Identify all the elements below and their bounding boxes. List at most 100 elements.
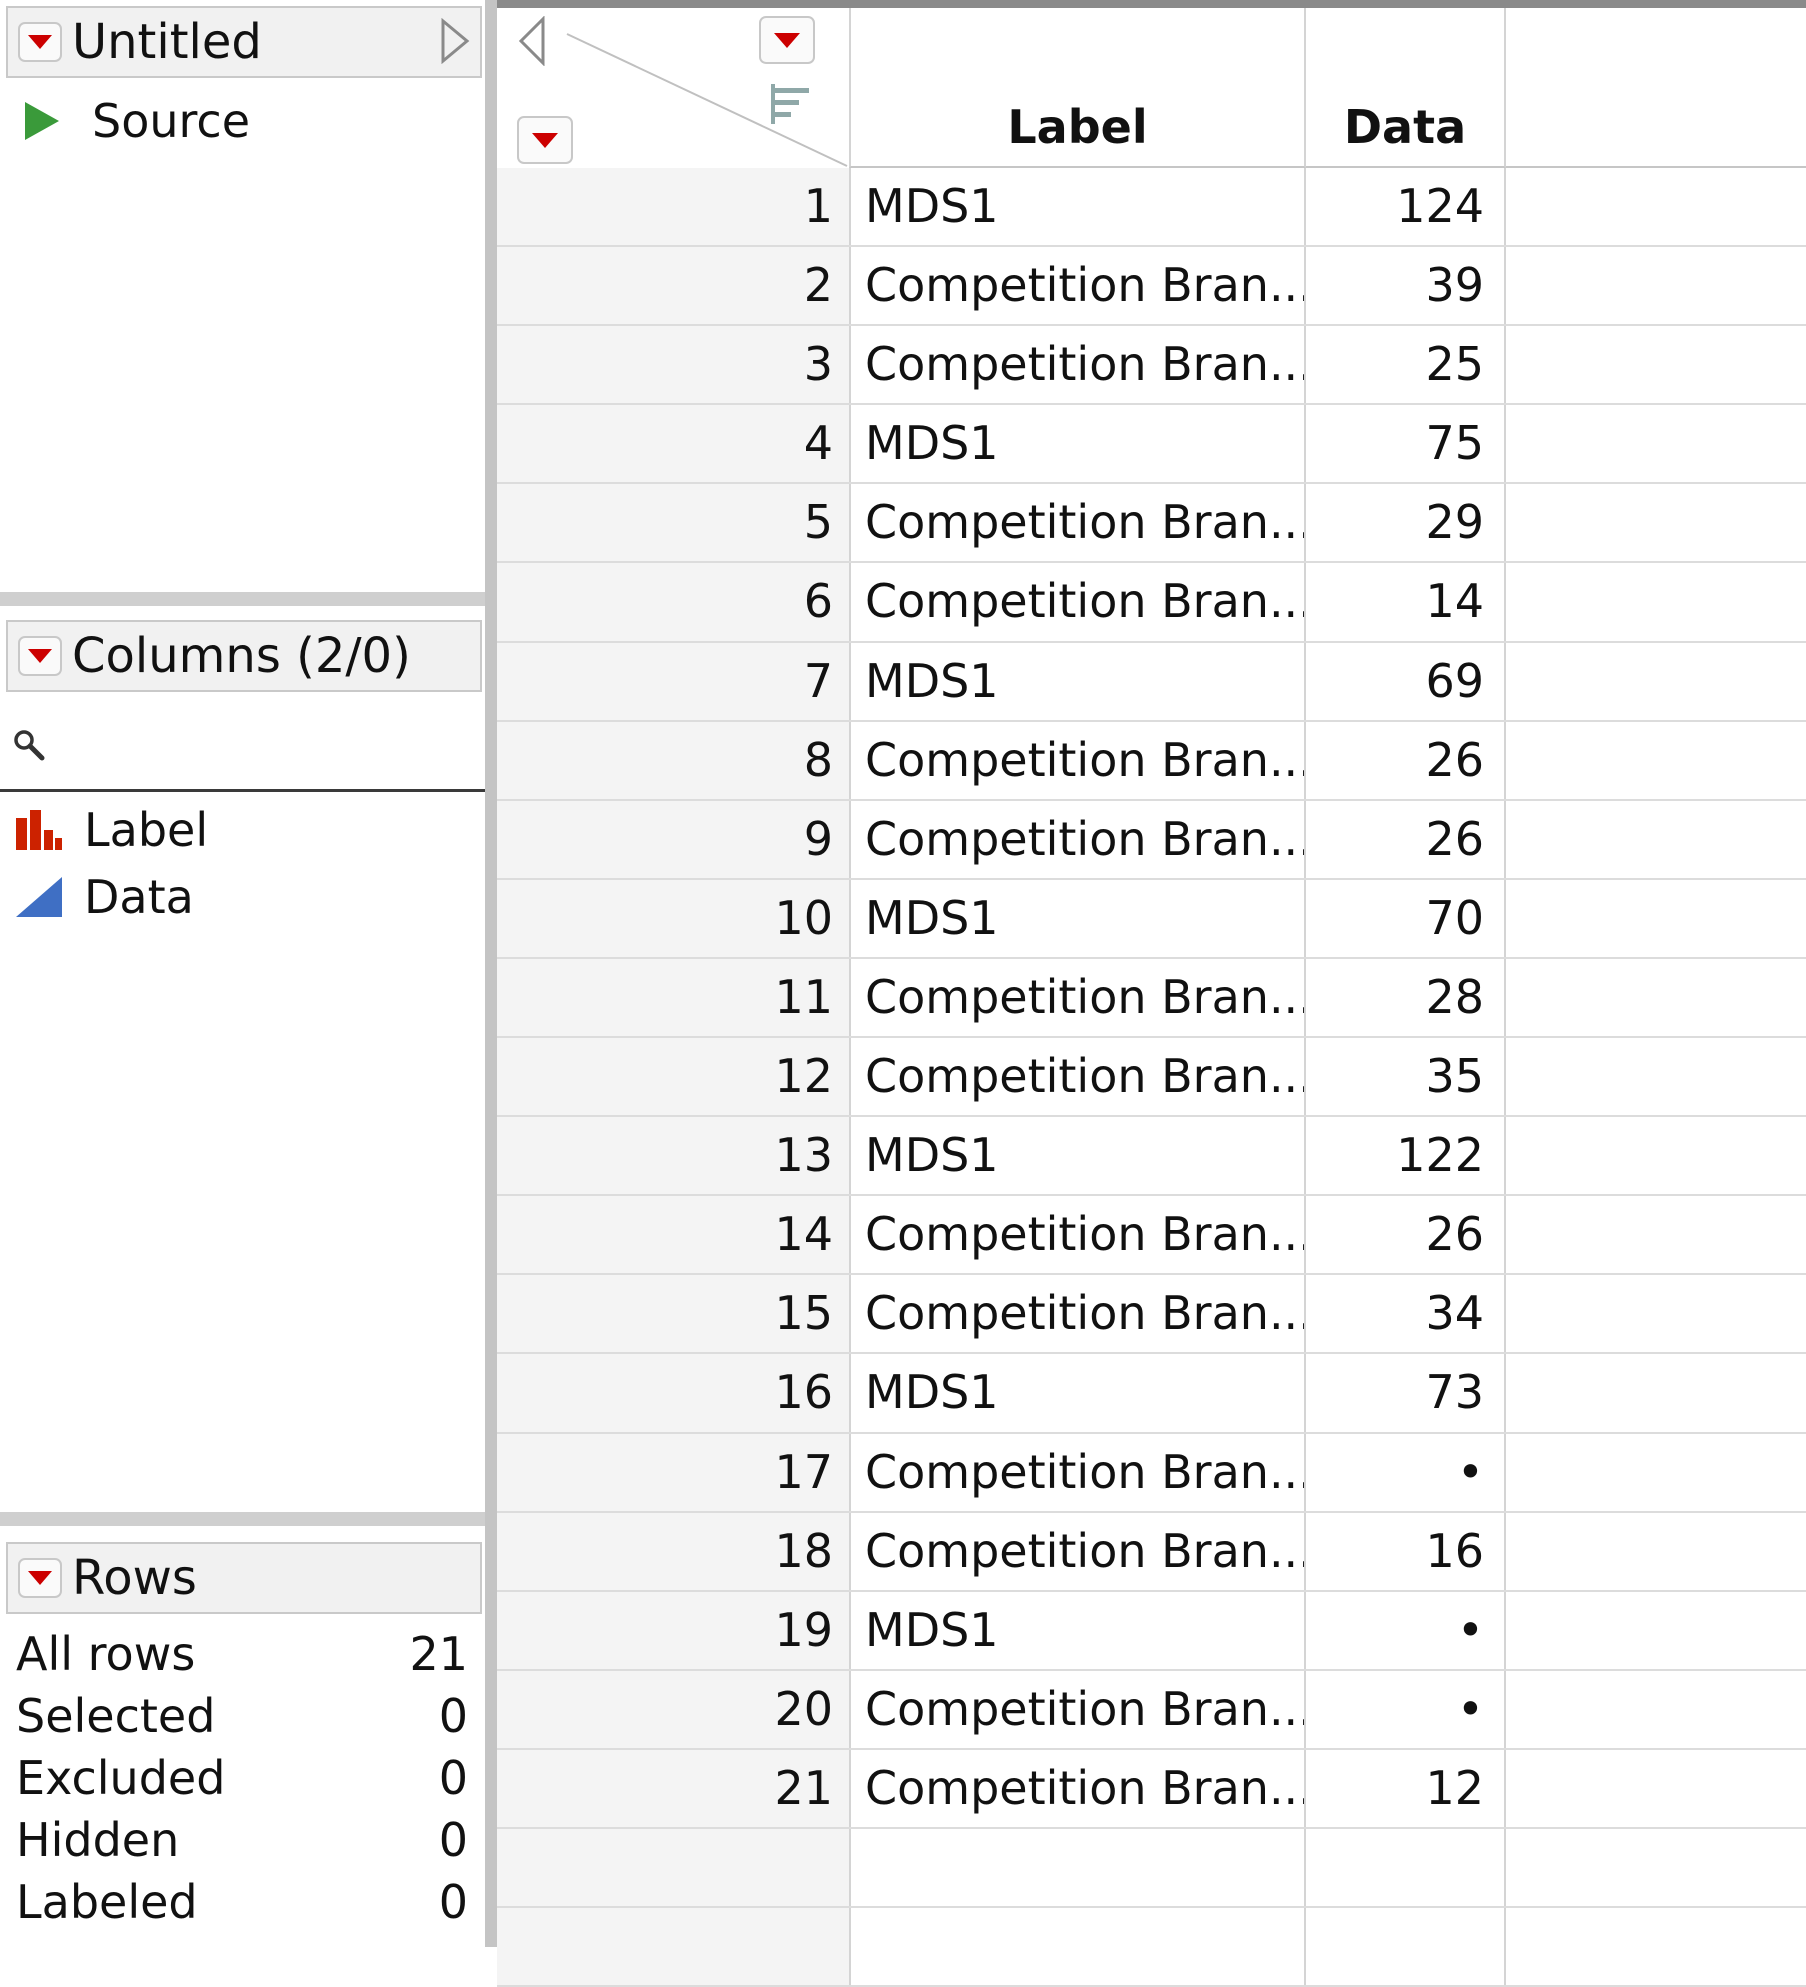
table-row[interactable]: 7 MDS1 69 [497, 642, 1806, 722]
cell-label[interactable]: Competition Bran... [849, 800, 1306, 878]
cell-label[interactable]: MDS1 [849, 1354, 1306, 1432]
column-header-label[interactable]: Label [849, 8, 1306, 168]
table-row[interactable]: 1 MDS1 124 [497, 168, 1806, 248]
table-menu-button[interactable] [18, 22, 62, 62]
cell-data[interactable]: 16 [1306, 1512, 1506, 1590]
column-item-label[interactable]: Label [14, 802, 208, 858]
empty-row[interactable] [497, 1908, 1806, 1987]
cell-data[interactable]: 75 [1306, 405, 1506, 483]
cell-data[interactable]: 12 [1306, 1749, 1506, 1827]
row-number[interactable]: 13 [497, 1117, 849, 1195]
cell-data[interactable]: 34 [1306, 1275, 1506, 1353]
table-row[interactable]: 21 Competition Bran... 12 [497, 1749, 1806, 1829]
cell-data[interactable] [1306, 1828, 1506, 1907]
cell-label[interactable]: Competition Bran... [849, 958, 1306, 1037]
cell-data[interactable]: 73 [1306, 1354, 1506, 1432]
table-row[interactable]: 2 Competition Bran... 39 [497, 247, 1806, 327]
cell-data[interactable]: 69 [1306, 642, 1506, 720]
cell-label[interactable]: Competition Bran... [849, 1196, 1306, 1274]
row-number[interactable]: 15 [497, 1275, 849, 1353]
row-number[interactable]: 11 [497, 958, 849, 1037]
panel-splitter[interactable] [0, 592, 485, 606]
columns-menu-button[interactable] [18, 636, 62, 676]
row-number[interactable]: 5 [497, 484, 849, 562]
cell-label[interactable]: MDS1 [849, 1591, 1306, 1669]
row-number[interactable]: 20 [497, 1670, 849, 1748]
row-number[interactable]: 1 [497, 168, 849, 246]
cell-label[interactable] [849, 1828, 1306, 1907]
rows-menu-button[interactable] [18, 1558, 62, 1598]
table-row[interactable]: 19 MDS1 • [497, 1591, 1806, 1671]
cell-label[interactable]: MDS1 [849, 1117, 1306, 1195]
cell-data[interactable]: • [1306, 1670, 1506, 1748]
cell-label[interactable]: MDS1 [849, 168, 1306, 246]
cell-data[interactable]: 124 [1306, 168, 1506, 246]
cell-label[interactable]: Competition Bran... [849, 484, 1306, 562]
row-number[interactable]: 21 [497, 1749, 849, 1827]
table-row[interactable]: 8 Competition Bran... 26 [497, 721, 1806, 801]
panel-splitter[interactable] [0, 1512, 485, 1526]
table-row[interactable]: 3 Competition Bran... 25 [497, 326, 1806, 406]
table-row[interactable]: 11 Competition Bran... 28 [497, 958, 1806, 1039]
table-row[interactable]: 13 MDS1 122 [497, 1117, 1806, 1197]
table-row[interactable]: 18 Competition Bran... 16 [497, 1512, 1806, 1592]
columns-menu-button[interactable] [759, 16, 815, 64]
row-number[interactable]: 7 [497, 642, 849, 720]
row-number[interactable]: 16 [497, 1354, 849, 1432]
row-number[interactable]: 2 [497, 247, 849, 325]
cell-label[interactable]: Competition Bran... [849, 1038, 1306, 1116]
cell-label[interactable]: Competition Bran... [849, 247, 1306, 325]
cell-data[interactable]: 70 [1306, 879, 1506, 957]
row-number[interactable]: 4 [497, 405, 849, 483]
table-row[interactable]: 17 Competition Bran... • [497, 1433, 1806, 1513]
cell-label[interactable]: Competition Bran... [849, 1670, 1306, 1748]
table-row[interactable]: 5 Competition Bran... 29 [497, 484, 1806, 564]
panel-divider[interactable] [485, 0, 497, 1947]
row-number[interactable]: 18 [497, 1512, 849, 1590]
cell-data[interactable]: 14 [1306, 563, 1506, 641]
table-row[interactable]: 10 MDS1 70 [497, 879, 1806, 959]
cell-data[interactable]: • [1306, 1591, 1506, 1669]
table-row[interactable]: 12 Competition Bran... 35 [497, 1038, 1806, 1118]
row-number[interactable]: 8 [497, 721, 849, 799]
row-number[interactable]: 12 [497, 1038, 849, 1116]
cell-data[interactable]: 26 [1306, 1196, 1506, 1274]
cell-data[interactable]: 29 [1306, 484, 1506, 562]
cell-label[interactable]: MDS1 [849, 879, 1306, 957]
cell-data[interactable]: 28 [1306, 958, 1506, 1037]
row-number[interactable]: 10 [497, 879, 849, 957]
cell-label[interactable]: MDS1 [849, 405, 1306, 483]
cell-data[interactable]: 122 [1306, 1117, 1506, 1195]
cell-data[interactable]: • [1306, 1433, 1506, 1511]
cell-label[interactable]: Competition Bran... [849, 326, 1306, 404]
cell-label[interactable]: Competition Bran... [849, 563, 1306, 641]
row-number[interactable]: 9 [497, 800, 849, 878]
column-header-data[interactable]: Data [1306, 8, 1506, 168]
cell-data[interactable]: 35 [1306, 1038, 1506, 1116]
empty-row[interactable] [497, 1828, 1806, 1909]
row-number[interactable]: 14 [497, 1196, 849, 1274]
cell-label[interactable]: Competition Bran... [849, 1749, 1306, 1827]
table-row[interactable]: 20 Competition Bran... • [497, 1670, 1806, 1750]
collapse-panel-icon[interactable] [440, 18, 470, 64]
table-row[interactable]: 16 MDS1 73 [497, 1354, 1806, 1434]
collapse-left-panel-icon[interactable] [517, 16, 547, 66]
row-number[interactable]: 17 [497, 1433, 849, 1511]
table-row[interactable]: 14 Competition Bran... 26 [497, 1196, 1806, 1276]
table-row[interactable]: 4 MDS1 75 [497, 405, 1806, 485]
row-number[interactable]: 3 [497, 326, 849, 404]
table-row[interactable]: 9 Competition Bran... 26 [497, 800, 1806, 880]
cell-label[interactable]: Competition Bran... [849, 721, 1306, 799]
cell-data[interactable]: 25 [1306, 326, 1506, 404]
cell-label[interactable]: Competition Bran... [849, 1512, 1306, 1590]
column-item-data[interactable]: Data [14, 869, 194, 925]
rows-menu-button[interactable] [517, 116, 573, 164]
row-number[interactable]: 19 [497, 1591, 849, 1669]
cell-label[interactable]: Competition Bran... [849, 1433, 1306, 1511]
cell-data[interactable]: 26 [1306, 721, 1506, 799]
table-row[interactable]: 6 Competition Bran... 14 [497, 563, 1806, 643]
script-item-source[interactable]: Source [22, 94, 250, 148]
cell-label[interactable]: Competition Bran... [849, 1275, 1306, 1353]
table-row[interactable]: 15 Competition Bran... 34 [497, 1275, 1806, 1355]
cell-data[interactable]: 39 [1306, 247, 1506, 325]
